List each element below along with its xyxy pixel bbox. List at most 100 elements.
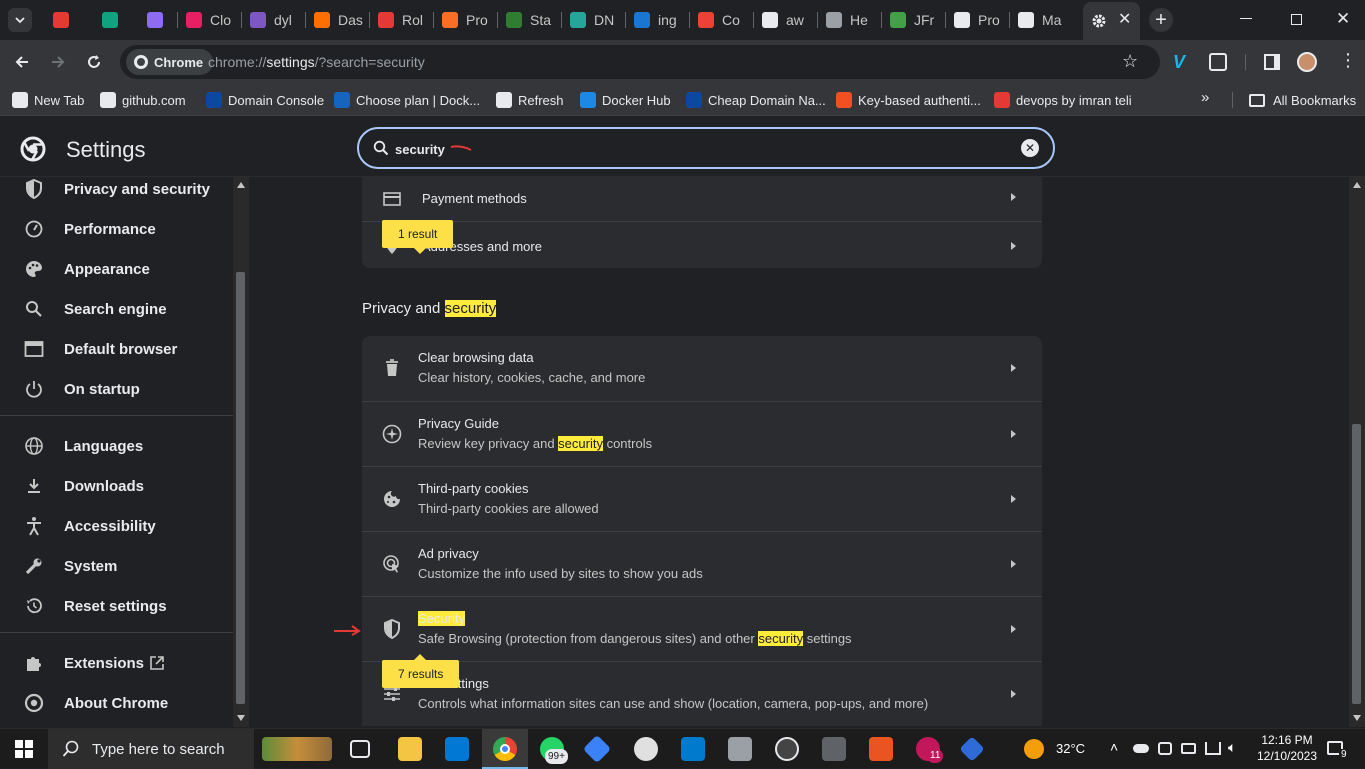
tray-overflow-icon[interactable]: ˄ <box>1110 739 1118 755</box>
clock-time[interactable]: 12:16 PM <box>1257 733 1317 747</box>
sidebar-item-extensions[interactable]: Extensions <box>0 645 233 681</box>
snipping-tool-icon[interactable] <box>822 737 846 761</box>
sidebar-item-default-browser[interactable]: Default browser <box>0 331 233 367</box>
menu-kebab-icon[interactable]: ⋮ <box>1339 51 1357 69</box>
paint-icon[interactable] <box>634 737 658 761</box>
network-icon[interactable] <box>1205 742 1221 755</box>
close-window-button[interactable]: ✕ <box>1336 9 1350 29</box>
bookmark-item[interactable]: New Tab <box>12 90 84 110</box>
meet-now-icon[interactable] <box>1158 742 1172 755</box>
clear-browsing-data-row[interactable]: Clear browsing data Clear history, cooki… <box>362 336 1042 401</box>
scroll-up-arrow-icon[interactable] <box>1353 182 1361 188</box>
sidebar-item-downloads[interactable]: Downloads <box>0 468 233 504</box>
privacy-guide-row[interactable]: Privacy Guide Review key privacy and sec… <box>362 401 1042 466</box>
bookmark-item[interactable]: Docker Hub <box>580 90 671 110</box>
task-view-icon[interactable] <box>350 740 370 758</box>
sidebar-item-about[interactable]: About Chrome <box>0 685 233 721</box>
tab-5[interactable]: dyl <box>242 4 306 36</box>
site-settings-row[interactable]: Site settings Controls what information … <box>362 661 1042 726</box>
ubuntu-icon[interactable] <box>869 737 893 761</box>
sidebar-scroll-thumb[interactable] <box>236 272 245 704</box>
microsoft-store-icon[interactable] <box>445 737 469 761</box>
ad-privacy-row[interactable]: Ad privacy Customize the info used by si… <box>362 531 1042 596</box>
git-icon[interactable] <box>582 734 612 764</box>
taskbar-search[interactable]: Type here to search <box>48 729 254 769</box>
scroll-up-arrow-icon[interactable] <box>237 182 245 188</box>
minimize-button[interactable] <box>1240 18 1252 19</box>
weather-widget[interactable]: 32°C <box>1024 737 1104 761</box>
main-scroll-thumb[interactable] <box>1352 424 1361 704</box>
sidebar-item-appearance[interactable]: Appearance <box>0 251 233 287</box>
back-button[interactable] <box>12 52 32 72</box>
virtualbox-icon[interactable] <box>728 737 752 761</box>
start-button[interactable] <box>15 740 33 758</box>
onedrive-icon[interactable] <box>1133 744 1149 753</box>
sidebar-item-system[interactable]: System <box>0 548 233 584</box>
tab-17[interactable]: Ma <box>1010 4 1072 36</box>
tab-16[interactable]: Pro <box>946 4 1010 36</box>
bookmark-item[interactable]: Choose plan | Dock... <box>334 90 480 110</box>
volume-icon[interactable]: 🔈︎ <box>1228 739 1236 756</box>
tab-settings[interactable]: ✕ <box>1083 2 1140 40</box>
tab-15[interactable]: JFr <box>882 4 946 36</box>
avatar[interactable] <box>1297 52 1317 72</box>
tab-12[interactable]: Co <box>690 4 754 36</box>
sidebar-scrollbar[interactable] <box>233 177 249 727</box>
tab-9[interactable]: Sta <box>498 4 562 36</box>
widgets-icon[interactable] <box>262 737 332 761</box>
new-tab-button[interactable]: + <box>1149 8 1173 32</box>
bookmark-item[interactable]: github.com <box>100 90 186 110</box>
tab-4[interactable]: Clo <box>178 4 242 36</box>
extensions-puzzle-icon[interactable] <box>1209 53 1227 71</box>
tab-search-button[interactable] <box>8 8 32 32</box>
all-bookmarks-button[interactable]: All Bookmarks <box>1249 90 1356 110</box>
sidebar-item-privacy[interactable]: Privacy and security <box>0 171 233 207</box>
settings-search-box[interactable]: ✕ <box>357 127 1055 169</box>
main-scrollbar[interactable] <box>1349 177 1365 727</box>
third-party-cookies-row[interactable]: Third-party cookies Third-party cookies … <box>362 466 1042 531</box>
site-chip[interactable]: Chrome <box>126 49 214 75</box>
addresses-row[interactable]: Addresses and more <box>362 221 1042 268</box>
scroll-down-arrow-icon[interactable] <box>1353 715 1361 721</box>
vscode-icon[interactable] <box>681 737 705 761</box>
sidebar-item-reset[interactable]: Reset settings <box>0 588 233 624</box>
sidebar-item-languages[interactable]: Languages <box>0 428 233 464</box>
side-panel-icon[interactable] <box>1264 54 1280 70</box>
bookmark-star-icon[interactable]: ☆ <box>1122 51 1138 72</box>
payment-methods-row[interactable]: Payment methods <box>362 177 1042 221</box>
tab-7[interactable]: Rol <box>370 4 434 36</box>
sidebar-item-accessibility[interactable]: Accessibility <box>0 508 233 544</box>
tab-14[interactable]: He <box>818 4 882 36</box>
clear-search-button[interactable]: ✕ <box>1021 139 1039 157</box>
chrome-taskbar-button[interactable] <box>482 729 528 769</box>
forward-button[interactable] <box>48 52 68 72</box>
tab-6[interactable]: Das <box>306 4 370 36</box>
sidebar-item-performance[interactable]: Performance <box>0 211 233 247</box>
battery-icon[interactable] <box>1181 743 1196 754</box>
vimeo-extension-icon[interactable]: V <box>1173 52 1185 73</box>
clock-date[interactable]: 12/10/2023 <box>1251 749 1323 763</box>
sidebar-item-search-engine[interactable]: Search engine <box>0 291 233 327</box>
reload-button[interactable] <box>84 52 104 72</box>
power-automate-icon[interactable] <box>959 736 985 762</box>
tab-close-icon[interactable]: ✕ <box>1118 12 1131 28</box>
security-row[interactable]: Security Safe Browsing (protection from … <box>362 596 1042 661</box>
tab-3[interactable] <box>139 4 178 36</box>
media-player-icon[interactable] <box>775 737 799 761</box>
tab-8[interactable]: Pro <box>434 4 498 36</box>
bookmark-item[interactable]: Cheap Domain Na... <box>686 90 826 110</box>
bookmarks-overflow-icon[interactable]: » <box>1201 89 1209 106</box>
restore-button[interactable] <box>1291 14 1302 25</box>
tab-1[interactable] <box>45 4 94 36</box>
bookmark-item[interactable]: Refresh <box>496 90 564 110</box>
tab-13[interactable]: aw <box>754 4 818 36</box>
bookmark-item[interactable]: Domain Console <box>206 90 324 110</box>
address-bar[interactable]: Chrome chrome://settings/?search=securit… <box>120 45 1160 79</box>
bookmark-item[interactable]: devops by imran teli <box>994 90 1132 110</box>
scroll-down-arrow-icon[interactable] <box>237 715 245 721</box>
tab-10[interactable]: DN <box>562 4 626 36</box>
tab-11[interactable]: ing <box>626 4 690 36</box>
bookmark-item[interactable]: Key-based authenti... <box>836 90 981 110</box>
url-text[interactable]: chrome://settings/?search=security <box>208 54 425 70</box>
tab-2[interactable] <box>94 4 139 36</box>
